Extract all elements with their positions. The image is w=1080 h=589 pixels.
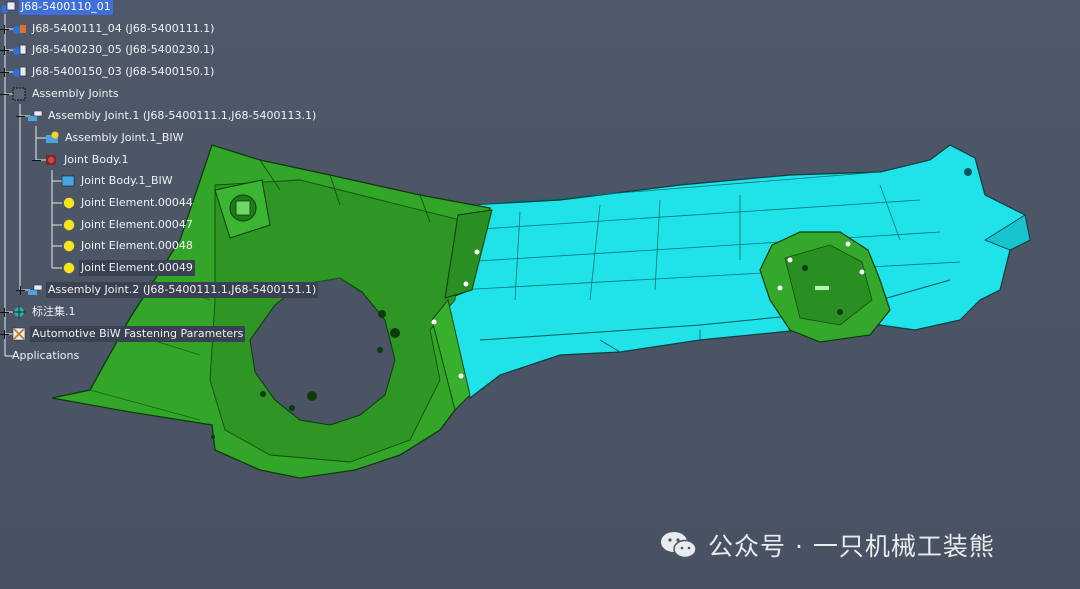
tree-item-label: Joint Element.00047 xyxy=(81,218,193,231)
watermark-text: 公众号 · 一只机械工装熊 xyxy=(708,532,995,561)
tree-item-joint-element-2[interactable]: Joint Element.00047 xyxy=(60,216,195,234)
tree-item-label: Applications xyxy=(12,349,80,362)
tree-item-applications[interactable]: Applications xyxy=(10,347,81,365)
fastening-params-icon xyxy=(12,327,26,341)
tree-item-assembly-joint-1-biw[interactable]: Assembly Joint.1_BIW xyxy=(44,129,186,147)
tree-item-joint-body-1[interactable]: Joint Body.1 xyxy=(32,151,131,169)
assembly-joint-icon xyxy=(28,284,43,295)
part-icon xyxy=(13,66,27,77)
tree-item-label: Assembly Joint.1_BIW xyxy=(65,131,184,144)
wechat-icon xyxy=(661,532,697,559)
expand-toggle[interactable] xyxy=(0,329,9,339)
tree-root[interactable]: J68-5400110_01 xyxy=(0,0,113,16)
expand-toggle[interactable] xyxy=(16,285,25,295)
collapse-toggle[interactable] xyxy=(16,112,25,121)
watermark: 公众号 · 一只机械工装熊 xyxy=(658,527,995,563)
tree-item-joint-body-1-biw[interactable]: Joint Body.1_BIW xyxy=(60,172,175,190)
tree-item-label: Joint Body.1 xyxy=(64,153,129,166)
tree-item-label: Joint Element.00049 xyxy=(79,260,195,276)
tree-item-part-3[interactable]: J68-5400150_03 (J68-5400150.1) xyxy=(0,63,216,81)
tree-item-label: Automotive BiW Fastening Parameters xyxy=(30,326,246,342)
expand-toggle[interactable] xyxy=(0,45,9,55)
tree-item-assembly-joint-1[interactable]: Assembly Joint.1 (J68-5400111.1,J68-5400… xyxy=(16,107,318,125)
assembly-joint-icon xyxy=(28,110,43,121)
expand-toggle[interactable] xyxy=(0,307,9,317)
tree-item-joint-element-3[interactable]: Joint Element.00048 xyxy=(60,237,195,255)
joint-element-icon xyxy=(63,197,75,209)
part-icon xyxy=(13,44,27,55)
tree-item-part-1[interactable]: J68-5400111_04 (J68-5400111.1) xyxy=(0,20,216,38)
tree-item-label: J68-5400150_03 (J68-5400150.1) xyxy=(32,65,215,78)
tree-item-label: Joint Body.1_BIW xyxy=(81,174,173,187)
joint-element-icon xyxy=(63,262,75,274)
3d-viewport[interactable]: J68-5400110_01 J68-5400111_04 (J68-54001… xyxy=(0,0,1080,589)
tree-item-label: 标注集.1 xyxy=(32,305,76,318)
expand-toggle[interactable] xyxy=(0,67,9,77)
cyan-rail-part[interactable] xyxy=(444,144,1031,399)
tree-item-joint-element-4[interactable]: Joint Element.00049 xyxy=(60,259,195,277)
collapse-toggle[interactable] xyxy=(32,156,41,165)
tree-item-label: Joint Element.00048 xyxy=(81,239,193,252)
annotation-set-icon xyxy=(13,306,25,318)
expand-toggle[interactable] xyxy=(0,24,9,34)
biw-icon xyxy=(61,175,75,187)
tree-item-label: J68-5400230_05 (J68-5400230.1) xyxy=(32,43,215,56)
assembly-joints-icon xyxy=(12,87,26,101)
product-icon xyxy=(1,1,16,13)
tree-item-label: Assembly Joint.2 (J68-5400111.1,J68-5400… xyxy=(46,282,319,298)
tree-item-label: J68-5400111_04 (J68-5400111.1) xyxy=(32,22,215,35)
specification-tree: J68-5400110_01 J68-5400111_04 (J68-54001… xyxy=(0,0,320,370)
tree-item-label: Joint Element.00044 xyxy=(81,196,193,209)
tree-root-label: J68-5400110_01 xyxy=(19,0,113,15)
joint-body-icon xyxy=(46,155,56,165)
tree-item-joint-element-1[interactable]: Joint Element.00044 xyxy=(60,194,195,212)
tree-item-annotation-set[interactable]: 标注集.1 xyxy=(0,303,78,321)
collapse-toggle[interactable] xyxy=(0,90,9,99)
biw-icon xyxy=(46,131,59,143)
tree-item-label: Assembly Joints xyxy=(32,87,119,100)
tree-item-fastening-params[interactable]: Automotive BiW Fastening Parameters xyxy=(0,325,246,343)
joint-element-icon xyxy=(63,219,75,231)
tree-item-part-2[interactable]: J68-5400230_05 (J68-5400230.1) xyxy=(0,41,216,59)
tree-item-assembly-joints[interactable]: Assembly Joints xyxy=(0,85,121,103)
tree-item-label: Assembly Joint.1 (J68-5400111.1,J68-5400… xyxy=(48,109,317,122)
joint-element-icon xyxy=(63,240,75,252)
part-icon xyxy=(13,25,26,34)
tree-item-assembly-joint-2[interactable]: Assembly Joint.2 (J68-5400111.1,J68-5400… xyxy=(16,281,319,299)
